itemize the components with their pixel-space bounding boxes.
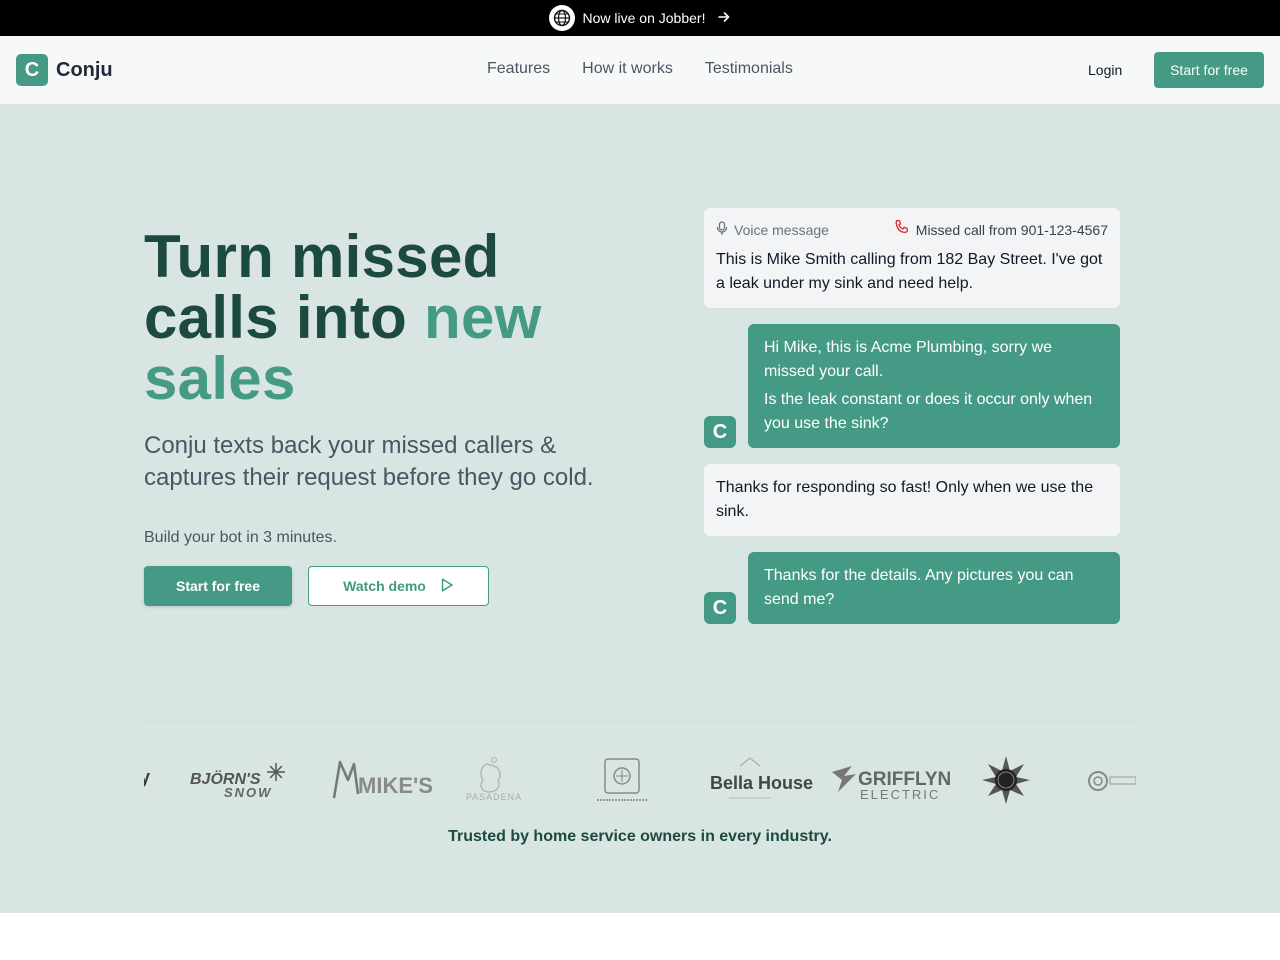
hero-headline: Turn missed calls into new sales [144, 226, 584, 409]
reply-1-line-2: Is the leak constant or does it occur on… [764, 391, 1093, 432]
bjorns-snow-logo: BJÖRN'S SNOW [190, 763, 285, 800]
announcement-bar[interactable]: Now live on Jobber! [0, 0, 1280, 36]
svg-text:ELECTRIC: ELECTRIC [860, 787, 940, 802]
mikes-logo: MIKE'S [332, 760, 433, 799]
reply-bubble-2: Thanks for the details. Any pictures you… [748, 552, 1120, 624]
play-icon [440, 577, 454, 596]
missed-call-label: Missed call from 901-123-4567 [915, 222, 1108, 238]
start-for-free-button[interactable]: Start for free [144, 566, 292, 606]
grifflyn-electric-logo: GRIFFLYN ELECTRIC [832, 766, 951, 802]
bot-avatar-2: C [704, 592, 736, 624]
pasadena-logo: PASADENA [466, 757, 522, 802]
reply-bubble-1: Hi Mike, this is Acme Plumbing, sorry we… [748, 324, 1120, 448]
announcement-text: Now live on Jobber! [582, 10, 706, 26]
svg-text:Bella House: Bella House [710, 773, 813, 793]
nav-features[interactable]: Features [487, 60, 550, 78]
caller-message: This is Mike Smith calling from 182 Bay … [716, 251, 1103, 292]
watch-demo-label: Watch demo [343, 578, 426, 594]
caller-reply-message: Thanks for responding so fast! Only when… [716, 479, 1094, 520]
reply-2-text: Thanks for the details. Any pictures you… [764, 567, 1074, 608]
svg-text:PASADENA: PASADENA [466, 792, 522, 802]
customer-logos-strip: y BJÖRN'S SNOW MIKE'S PASADENA Bella Hou… [144, 744, 1136, 808]
login-link[interactable]: Login [1088, 62, 1122, 78]
nav-testimonials[interactable]: Testimonials [705, 60, 793, 78]
build-time-text: Build your bot in 3 minutes. [144, 529, 337, 546]
site-header: C Conju Features How it works Testimonia… [0, 36, 1280, 104]
watch-demo-button[interactable]: Watch demo [308, 566, 489, 606]
bot-avatar: C [704, 416, 736, 448]
reply-1-line-1: Hi Mike, this is Acme Plumbing, sorry we… [764, 339, 1053, 380]
svg-text:MIKE'S: MIKE'S [358, 773, 433, 798]
caller-reply-bubble: Thanks for responding so fast! Only when… [704, 464, 1120, 536]
jobber-globe-icon [548, 5, 575, 31]
svg-text:SNOW: SNOW [224, 785, 272, 800]
nav-how-it-works[interactable]: How it works [582, 60, 673, 78]
window-emblem-logo [597, 758, 647, 801]
partial-circle-logo [1088, 771, 1136, 791]
main-nav: Features How it works Testimonials [487, 60, 793, 78]
voice-meta-row: Voice message Missed call from 901-123-4… [716, 218, 1108, 242]
partial-logo: y [144, 767, 150, 787]
hero-section: Turn missed calls into new sales Conju t… [0, 104, 1280, 913]
starburst-badge-logo [982, 756, 1030, 804]
customer-logos: y BJÖRN'S SNOW MIKE'S PASADENA Bella Hou… [144, 756, 1136, 804]
logo-mark: C [16, 54, 48, 86]
trusted-tagline: Trusted by home service owners in every … [448, 828, 832, 845]
brand-logo[interactable]: C Conju [16, 54, 113, 86]
arrow-right-icon [717, 10, 731, 27]
voice-message-label: Voice message [734, 222, 829, 238]
voice-message-bubble: Voice message Missed call from 901-123-4… [704, 208, 1120, 308]
hero-subheading: Conju texts back your missed callers & c… [144, 432, 594, 491]
bella-house-logo: Bella House [710, 757, 813, 799]
logos-divider [144, 721, 1136, 722]
brand-name: Conju [56, 58, 113, 81]
start-for-free-header-button[interactable]: Start for free [1154, 52, 1264, 88]
microphone-icon [716, 218, 728, 242]
missed-call-phone-icon [894, 218, 910, 242]
